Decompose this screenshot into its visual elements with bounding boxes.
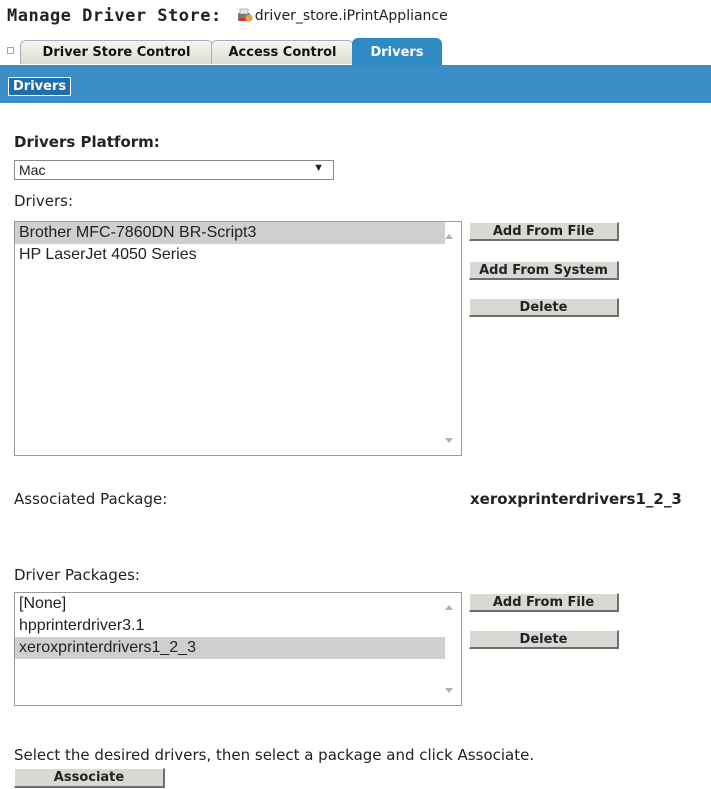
drivers-listbox[interactable]: Brother MFC-7860DN BR-Script3 HP LaserJe… (14, 221, 462, 456)
scroll-up-icon[interactable] (445, 234, 453, 239)
tab-driver-store-control[interactable]: Driver Store Control (20, 40, 213, 64)
delete-driver-button[interactable]: Delete (469, 298, 619, 317)
associate-button[interactable]: Associate (14, 768, 165, 788)
tab-drivers[interactable]: Drivers (352, 38, 442, 65)
associated-package-label: Associated Package: (14, 490, 168, 508)
dropdown-arrow-icon: ▼ (313, 162, 324, 174)
associated-package-value: xeroxprinterdrivers1_2_3 (470, 490, 682, 508)
drivers-platform-select[interactable]: Mac ▼ (14, 160, 334, 180)
page-header: Manage Driver Store: driver_store.iPrint… (7, 2, 448, 30)
subtab-drivers[interactable]: Drivers (8, 77, 72, 96)
driver-packages-label: Driver Packages: (14, 566, 140, 584)
drivers-platform-label: Drivers Platform: (14, 133, 160, 151)
subtab-bar: Drivers (0, 65, 711, 103)
list-item[interactable]: hpprinterdriver3.1 (15, 615, 445, 637)
tab-label: Drivers (370, 44, 424, 60)
scroll-down-icon[interactable] (445, 438, 453, 443)
tab-label: Driver Store Control (42, 45, 191, 60)
driver-store-icon (237, 8, 253, 22)
scroll-up-icon[interactable] (445, 605, 453, 610)
tab-access-control[interactable]: Access Control (211, 40, 354, 64)
list-item[interactable]: [None] (15, 593, 445, 615)
manage-driver-store-page: Manage Driver Store: driver_store.iPrint… (0, 0, 711, 789)
tab-label: Access Control (228, 45, 337, 60)
driver-store-name: driver_store.iPrintAppliance (254, 8, 448, 24)
add-driver-from-system-button[interactable]: Add From System (469, 261, 619, 280)
page-title: Manage Driver Store: (7, 6, 222, 26)
tab-bar: Driver Store Control Access Control Driv… (0, 36, 711, 65)
tab-bullet-icon (7, 47, 14, 54)
list-item[interactable]: Brother MFC-7860DN BR-Script3 (15, 222, 445, 244)
list-item[interactable]: HP LaserJet 4050 Series (15, 244, 445, 266)
delete-package-button[interactable]: Delete (469, 630, 619, 649)
list-item[interactable]: xeroxprinterdrivers1_2_3 (15, 637, 445, 659)
driver-packages-listbox[interactable]: [None] hpprinterdriver3.1 xeroxprinterdr… (14, 592, 462, 706)
add-driver-from-file-button[interactable]: Add From File (469, 222, 619, 241)
add-package-from-file-button[interactable]: Add From File (469, 593, 619, 612)
drivers-platform-value: Mac (19, 162, 46, 178)
scroll-down-icon[interactable] (445, 688, 453, 693)
drivers-label: Drivers: (14, 192, 74, 210)
instructions-text: Select the desired drivers, then select … (14, 746, 535, 764)
